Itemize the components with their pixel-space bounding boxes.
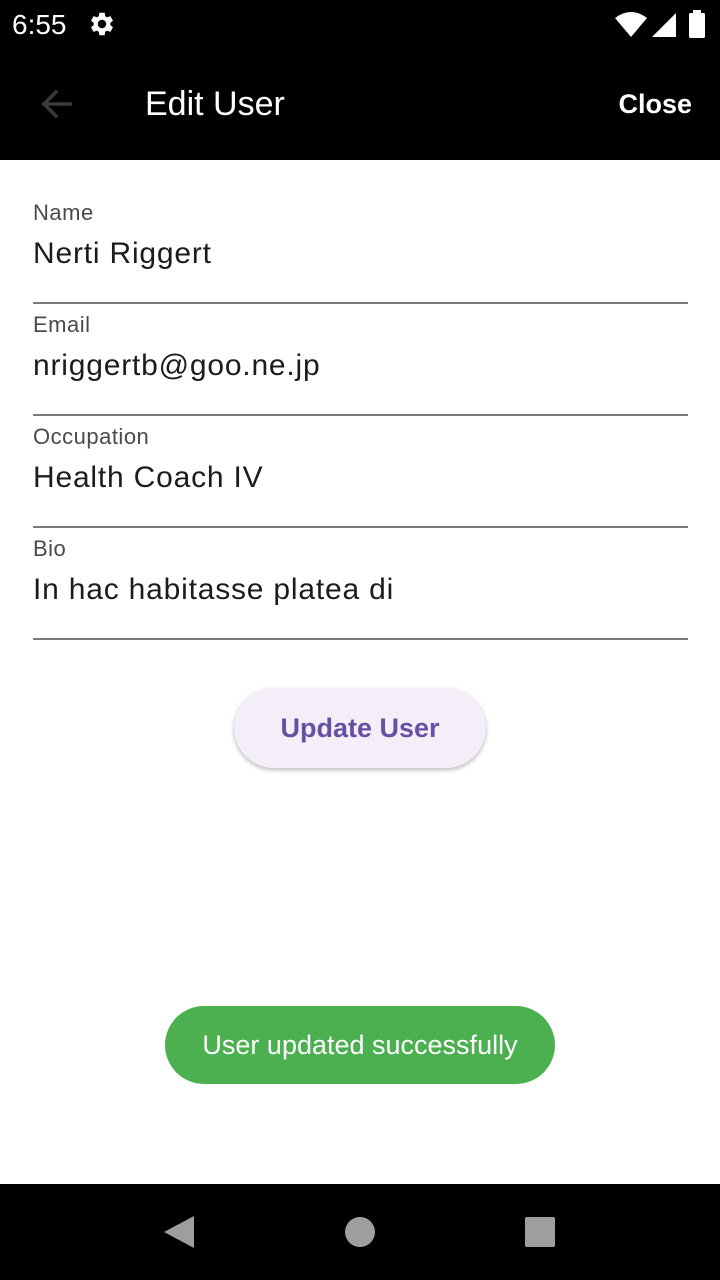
occupation-input[interactable]: Health Coach IV <box>33 458 688 498</box>
bio-input[interactable]: In hac habitasse platea di <box>33 570 688 610</box>
battery-icon <box>689 10 705 38</box>
gear-icon <box>91 12 113 36</box>
nav-back-icon[interactable] <box>162 1214 196 1250</box>
status-bar: 6:55 <box>0 0 720 48</box>
email-label: Email <box>33 312 91 337</box>
update-user-button[interactable]: Update User <box>234 688 486 768</box>
name-label: Name <box>33 200 94 225</box>
name-field[interactable]: Name Nerti Riggert <box>33 192 688 304</box>
signal-icon <box>652 13 676 37</box>
bio-label: Bio <box>33 536 67 561</box>
system-nav-bar <box>0 1184 720 1280</box>
wifi-icon <box>615 12 647 37</box>
status-time: 6:55 <box>12 9 67 40</box>
page-title: Edit User <box>145 85 285 123</box>
occupation-field[interactable]: Occupation Health Coach IV <box>33 416 688 528</box>
bio-field[interactable]: Bio In hac habitasse platea di <box>33 528 688 640</box>
success-toast: User updated successfully <box>165 1006 555 1084</box>
edit-user-screen: 6:55 Edit User Close Name Nerti Riggert … <box>0 0 720 1280</box>
name-input[interactable]: Nerti Riggert <box>33 234 688 274</box>
occupation-label: Occupation <box>33 424 150 449</box>
email-field[interactable]: Email nriggertb@goo.ne.jp <box>33 304 688 416</box>
arrow-back-icon[interactable] <box>28 76 84 132</box>
close-button[interactable]: Close <box>618 86 692 122</box>
app-bar: Edit User Close <box>0 48 720 160</box>
nav-home-icon[interactable] <box>344 1216 376 1248</box>
nav-recents-icon[interactable] <box>524 1216 556 1248</box>
email-input[interactable]: nriggertb@goo.ne.jp <box>33 346 688 386</box>
